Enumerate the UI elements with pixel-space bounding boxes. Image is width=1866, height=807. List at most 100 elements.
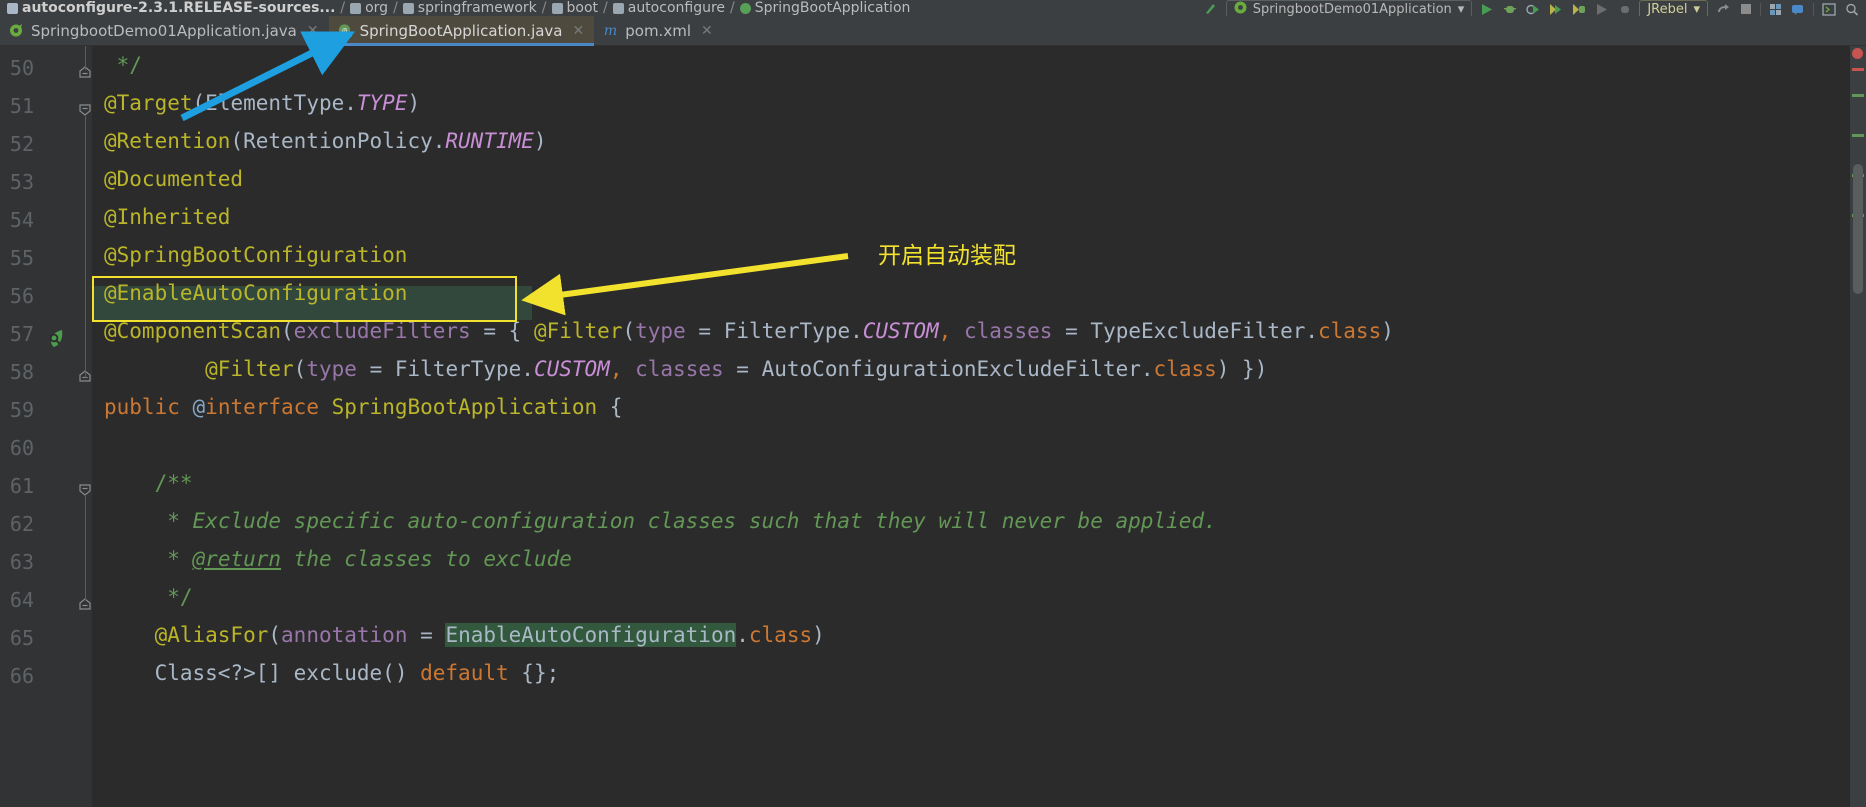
spring-boot-icon (1234, 1, 1247, 18)
attach-debugger-button[interactable] (1616, 2, 1633, 17)
line-number: 57 (9, 322, 34, 346)
line-number: 59 (9, 398, 34, 422)
line-number: 66 (9, 664, 34, 688)
breadcrumb-item-org[interactable]: org (347, 0, 391, 16)
breadcrumb-label: boot (566, 0, 599, 16)
breadcrumb-item-boot[interactable]: boot (549, 0, 602, 16)
breadcrumb-item-autoconfigure[interactable]: autoconfigure (610, 0, 728, 16)
code-line-65: @AliasFor(annotation = EnableAutoConfigu… (154, 623, 825, 647)
code-content[interactable]: */ @Target(ElementType.TYPE) @Retention(… (92, 46, 1866, 807)
messages-icon[interactable] (1790, 2, 1807, 17)
toolbar-divider (1760, 2, 1761, 16)
tab-springbootapplication-java[interactable]: @ SpringBootApplication.java ✕ (328, 16, 595, 46)
breadcrumb-separator: / (730, 0, 735, 16)
folder-icon (402, 2, 414, 14)
change-stripe[interactable] (1852, 94, 1864, 97)
code-line-54: @Inherited (104, 205, 231, 229)
close-icon[interactable]: ✕ (701, 23, 713, 39)
close-icon[interactable]: ✕ (307, 23, 319, 39)
line-number: 55 (9, 246, 34, 270)
error-stripe[interactable] (1852, 68, 1864, 71)
breadcrumb-label: autoconfigure-2.3.1.RELEASE-sources... (22, 0, 336, 16)
build-project-icon[interactable] (1203, 2, 1220, 17)
line-number: 61 (9, 474, 34, 498)
line-number: 50 (9, 56, 34, 80)
breadcrumb-separator: / (603, 0, 608, 16)
editor-tab-bar[interactable]: SpringbootDemo01Application.java ✕ @ Spr… (0, 16, 1866, 46)
editor-scrollbar-thumb[interactable] (1853, 164, 1863, 294)
breadcrumb-label: org (365, 0, 389, 16)
spring-boot-class-icon (9, 23, 24, 38)
code-line-63: * @return the classes to exclude (167, 547, 572, 571)
line-number: 53 (9, 170, 34, 194)
bean-search-icon[interactable] (46, 328, 66, 348)
line-number: 64 (9, 588, 34, 612)
debug-button[interactable] (1501, 2, 1518, 17)
change-stripe[interactable] (1852, 134, 1864, 137)
line-number: 58 (9, 360, 34, 384)
folder-icon (612, 2, 624, 14)
svg-text:@: @ (342, 26, 347, 35)
close-icon[interactable]: ✕ (573, 23, 585, 39)
breadcrumb-label: springframework (417, 0, 537, 16)
line-number: 56 (9, 284, 34, 308)
tab-label: SpringBootApplication.java (359, 21, 563, 40)
tab-pom-xml[interactable]: m pom.xml ✕ (594, 16, 722, 45)
code-line-66: Class<?>[] exclude() default {}; (154, 661, 560, 685)
tab-springbootdemo01application-java[interactable]: SpringbootDemo01Application.java ✕ (0, 16, 329, 45)
terminal-icon[interactable] (1820, 2, 1837, 17)
breadcrumb-item-jar[interactable]: autoconfigure-2.3.1.RELEASE-sources... (4, 0, 338, 16)
ide-window: autoconfigure-2.3.1.RELEASE-sources... /… (0, 0, 1866, 807)
marker-bar[interactable] (1850, 46, 1866, 807)
attach-profiler-button[interactable] (1593, 2, 1610, 17)
run-with-coverage-button[interactable] (1524, 2, 1541, 17)
jrebel-label: JRebel (1647, 1, 1688, 17)
code-line-61: /** (154, 471, 193, 495)
tab-label: pom.xml (625, 21, 691, 40)
code-line-53: @Documented (104, 167, 244, 191)
annotation-class-icon: @ (338, 23, 353, 38)
run-configuration-label: SpringbootDemo01Application (1252, 1, 1452, 17)
breadcrumb-item-springbootapplication[interactable]: SpringBootApplication (737, 0, 914, 16)
code-editor[interactable]: 50 51 52 53 54 55 56 57 58 59 60 61 62 6… (0, 46, 1866, 807)
line-number: 51 (9, 94, 34, 118)
line-number: 62 (9, 512, 34, 536)
error-indicator-icon[interactable] (1852, 48, 1863, 59)
chevron-down-icon[interactable]: ▾ (1458, 2, 1465, 17)
annotation-callout-text: 开启自动装配 (878, 243, 1016, 269)
line-number: 54 (9, 208, 34, 232)
update-running-application-icon[interactable] (1714, 2, 1731, 17)
code-line-62: * Exclude specific auto-configuration cl… (167, 509, 1217, 533)
code-line-51: @Target(ElementType.TYPE) (104, 91, 421, 115)
folder-icon (350, 2, 362, 14)
code-line-58: @Filter(type = FilterType.CUSTOM, classe… (205, 357, 1268, 381)
jrebel-run-button[interactable] (1570, 2, 1587, 17)
code-line-55: @SpringBootConfiguration (104, 243, 408, 267)
breadcrumb-separator: / (393, 0, 398, 16)
folder-icon (551, 2, 563, 14)
stop-process-button[interactable] (1737, 2, 1754, 17)
editor-gutter[interactable]: 50 51 52 53 54 55 56 57 58 59 60 61 62 6… (0, 46, 92, 807)
chevron-down-icon[interactable]: ▾ (1693, 2, 1700, 17)
breadcrumb-item-springframework[interactable]: springframework (400, 0, 540, 16)
breadcrumb-label: SpringBootApplication (754, 0, 911, 16)
line-number: 65 (9, 626, 34, 650)
annotation-class-icon (739, 2, 751, 14)
breadcrumb-label: autoconfigure (627, 0, 726, 16)
annotation-highlight-box (92, 276, 517, 322)
tab-label: SpringbootDemo01Application.java (31, 21, 297, 40)
toolbar-divider (1813, 2, 1814, 16)
code-line-64: */ (167, 585, 193, 609)
maven-icon: m (603, 23, 618, 38)
code-line-52: @Retention(RetentionPolicy.RUNTIME) (104, 129, 547, 153)
line-number: 60 (9, 436, 34, 460)
fold-start-marker[interactable] (78, 102, 92, 116)
line-number: 52 (9, 132, 34, 156)
breadcrumb-separator: / (340, 0, 346, 16)
search-everywhere-icon[interactable] (1843, 2, 1860, 17)
profile-button[interactable] (1547, 2, 1564, 17)
jar-icon (7, 2, 18, 14)
run-button[interactable] (1478, 2, 1495, 17)
fold-start-marker[interactable] (78, 482, 92, 496)
layout-icon[interactable] (1767, 2, 1784, 17)
